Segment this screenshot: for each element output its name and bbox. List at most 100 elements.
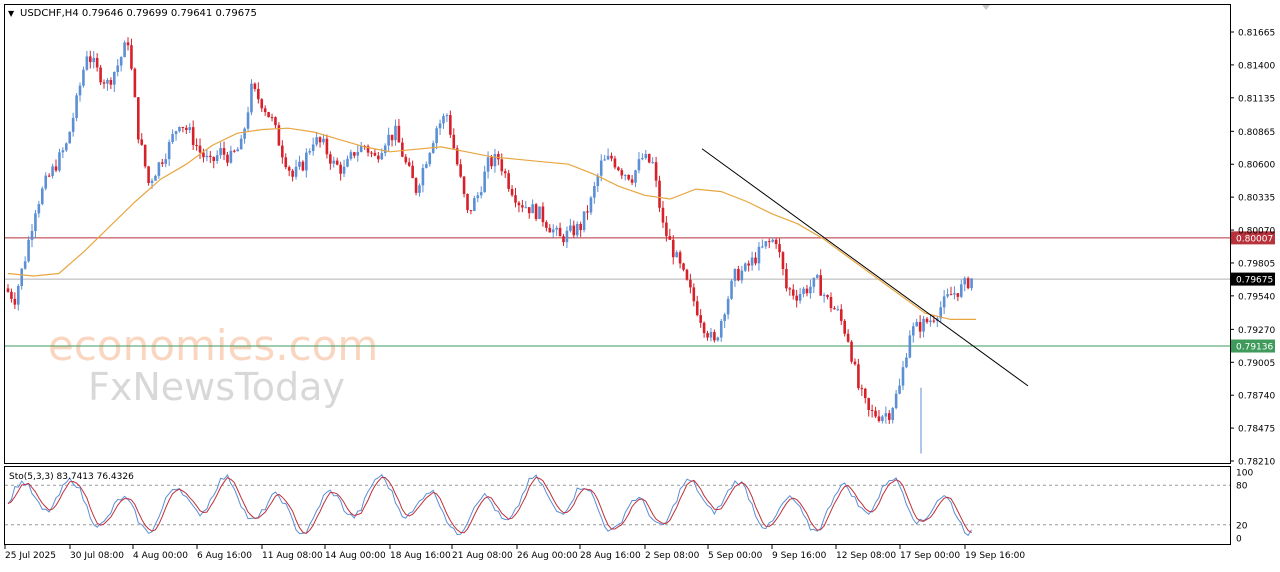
candle-body: [209, 155, 212, 157]
candle-body: [905, 357, 908, 368]
candle-body: [205, 155, 209, 158]
candle-body: [671, 239, 675, 258]
price-axis: 0.81665 0.81400 0.81135 0.80865 0.80600 0.803…: [1230, 29, 1275, 468]
candle-body: [99, 67, 102, 83]
time-tick-label: 18 Aug 16:00: [390, 551, 451, 561]
candle-body: [918, 322, 922, 332]
candle-body: [198, 145, 202, 153]
price-tick-label: 0.79540: [1238, 292, 1275, 302]
candle-body: [719, 320, 723, 338]
candle-body: [236, 149, 240, 152]
candle-body: [548, 227, 552, 233]
candle-body: [318, 137, 322, 143]
candle-body: [459, 164, 462, 177]
candle-body: [61, 150, 65, 153]
candle-body: [887, 413, 891, 420]
time-tick-label: 19 Sep 16:00: [965, 551, 1025, 561]
candle-body: [685, 269, 689, 280]
candle-body: [143, 144, 147, 167]
candle-body: [963, 278, 967, 285]
symbol-header: USDCHF,H4 0.79646 0.79699 0.79641 0.7967…: [20, 8, 257, 19]
candle-body: [521, 205, 524, 208]
current-price-label: 0.79675: [1236, 276, 1273, 286]
indicator-plot-frame: [4, 466, 1231, 545]
candle-body: [853, 361, 857, 365]
candle-body: [335, 160, 339, 165]
candle-body: [315, 137, 318, 145]
candle-body: [490, 157, 493, 167]
candle-body: [946, 294, 949, 297]
time-tick-label: 9 Sep 16:00: [772, 551, 827, 561]
watermark-economies: economies.com: [48, 321, 378, 370]
candle-body: [538, 206, 541, 220]
candle-body: [493, 154, 497, 167]
time-tick-label: 5 Sep 00:00: [708, 551, 763, 561]
watermark: economies.com FxNewsToday: [48, 321, 378, 409]
candle-body: [202, 152, 205, 158]
candle-body: [140, 139, 144, 145]
candle-body: [123, 42, 126, 58]
candle-body: [130, 45, 133, 69]
candle-body: [850, 341, 853, 362]
candle-body: [675, 252, 678, 258]
candle-body: [425, 164, 428, 168]
candle-body: [579, 223, 582, 231]
candle-body: [174, 131, 178, 135]
candle-body: [325, 138, 329, 155]
chart-window: economies.com FxNewsToday 0.80007 0.79675…: [0, 0, 1280, 567]
candle-body: [37, 204, 41, 214]
candle-body: [27, 239, 30, 262]
candle-body: [102, 82, 106, 84]
candle-body: [785, 269, 788, 289]
candle-body: [689, 279, 692, 288]
candle-body: [723, 314, 726, 321]
time-tick-label: 12 Sep 08:00: [836, 551, 896, 561]
candle-body: [219, 148, 222, 156]
candle-body: [342, 166, 346, 174]
candle-body: [82, 69, 85, 86]
candle-body: [267, 112, 270, 118]
candle-body: [867, 398, 870, 410]
candle-body: [819, 275, 822, 296]
candle-body: [75, 95, 78, 118]
candle-body: [860, 388, 864, 390]
candle-body: [476, 195, 480, 199]
candle-body: [438, 123, 442, 129]
time-tick-label: 6 Aug 16:00: [197, 551, 252, 561]
price-tick-label: 0.79805: [1238, 259, 1275, 269]
time-tick-label: 4 Aug 00:00: [133, 551, 188, 561]
candle-body: [78, 85, 82, 96]
candle-body: [942, 296, 946, 308]
candle-body: [126, 42, 130, 46]
candle-body: [133, 68, 137, 98]
candle-body: [582, 211, 586, 231]
candle-body: [171, 134, 174, 143]
candle-body: [239, 138, 243, 150]
candle-body: [274, 117, 277, 126]
candle-body: [452, 134, 456, 149]
candle-body: [802, 288, 805, 294]
candle-body: [908, 335, 912, 358]
candle-body: [651, 162, 654, 164]
candle-body: [212, 156, 216, 161]
candle-body: [47, 175, 51, 177]
candle-body: [507, 173, 510, 189]
candle-body: [243, 128, 246, 139]
candle-body: [291, 170, 294, 177]
candle-body: [353, 152, 356, 156]
candle-body: [922, 318, 925, 332]
time-axis: 25 Jul 2025 30 Jul 08:00 4 Aug 00:00 6 Aug …: [4, 545, 1025, 561]
candle-body: [898, 385, 901, 394]
candle-body: [414, 178, 418, 193]
candle-body: [483, 171, 486, 193]
candle-body: [435, 128, 438, 144]
time-tick-label: 28 Aug 16:00: [580, 551, 641, 561]
candle-body: [322, 138, 325, 143]
candle-body: [953, 293, 956, 295]
price-tick-label: 0.81665: [1238, 29, 1275, 39]
candle-body: [812, 277, 816, 287]
price-tick-label: 0.80600: [1238, 161, 1275, 171]
menu-triangle-icon[interactable]: ▼: [8, 9, 15, 18]
candle-body: [881, 416, 884, 421]
candle-body: [157, 162, 161, 176]
